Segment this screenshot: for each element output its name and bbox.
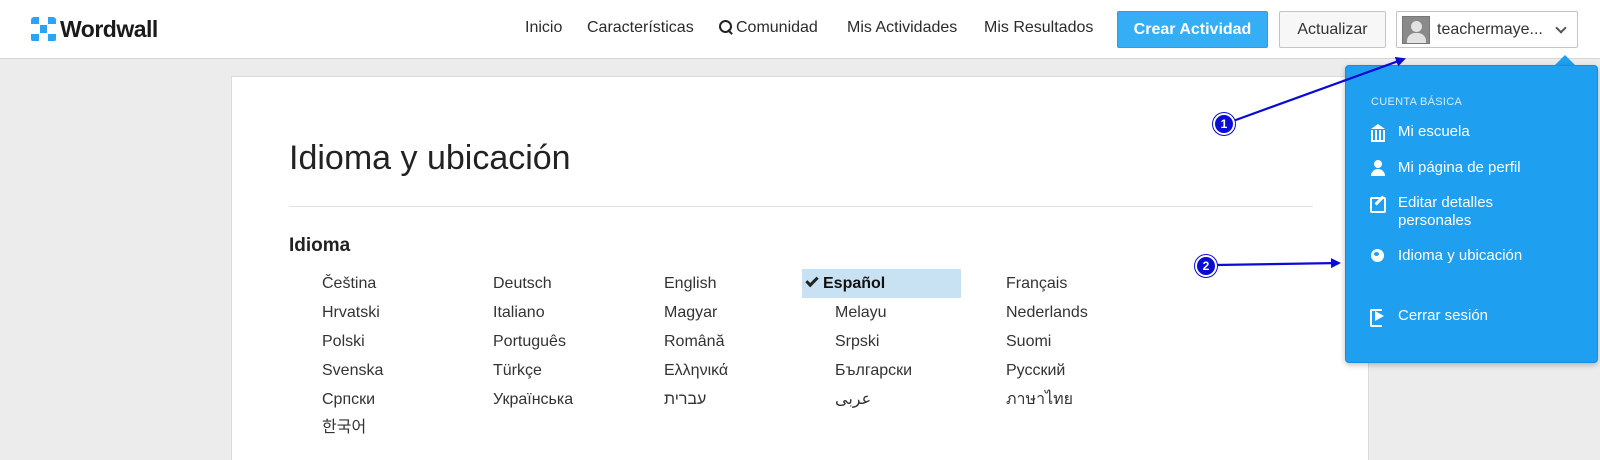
- language-option[interactable]: Français: [1006, 269, 1067, 298]
- user-icon: [1370, 160, 1386, 176]
- language-option[interactable]: Hrvatski: [322, 298, 380, 327]
- menu-item-label: Cerrar sesión: [1398, 307, 1489, 324]
- menu-item-edit-personal-details[interactable]: Editar detalles personales: [1370, 194, 1550, 230]
- language-option[interactable]: Italiano: [493, 298, 545, 327]
- language-option[interactable]: Български: [835, 356, 912, 385]
- language-option-label: Español: [823, 275, 886, 292]
- language-option[interactable]: Српски: [322, 385, 375, 414]
- language-option-selected[interactable]: Español: [802, 269, 961, 298]
- language-option[interactable]: Português: [493, 327, 566, 356]
- annotation-badge-2: 2: [1195, 255, 1217, 277]
- user-name: teachermaye...: [1437, 21, 1543, 38]
- nav-link-home[interactable]: Inicio: [525, 19, 562, 37]
- language-option[interactable]: English: [664, 269, 716, 298]
- menu-item-my-school[interactable]: Mi escuela: [1370, 123, 1570, 142]
- logo-text: Wordwall: [60, 15, 158, 42]
- nav-link-my-results[interactable]: Mis Resultados: [984, 19, 1093, 37]
- language-section-title: Idioma: [289, 235, 351, 256]
- nav-link-community-label: Comunidad: [736, 19, 818, 36]
- language-option[interactable]: Română: [664, 327, 724, 356]
- language-option[interactable]: Magyar: [664, 298, 717, 327]
- language-option[interactable]: Srpski: [835, 327, 879, 356]
- nav-link-my-activities[interactable]: Mis Actividades: [847, 19, 957, 37]
- checkmark-icon: [805, 273, 819, 288]
- menu-item-label: Editar detalles personales: [1398, 194, 1494, 229]
- menu-item-sign-out[interactable]: Cerrar sesión: [1370, 307, 1570, 327]
- top-navigation-bar: Wordwall Inicio Características Comunida…: [0, 0, 1600, 59]
- divider: [289, 206, 1313, 207]
- edit-icon: [1370, 195, 1386, 213]
- menu-item-language-location[interactable]: Idioma y ubicación: [1370, 247, 1570, 265]
- language-option[interactable]: Svenska: [322, 356, 383, 385]
- sign-out-icon: [1370, 308, 1386, 327]
- language-option[interactable]: ภาษาไทย: [1006, 385, 1073, 414]
- menu-item-label: Idioma y ubicación: [1398, 247, 1523, 264]
- language-option[interactable]: Melayu: [835, 298, 887, 327]
- page-title: Idioma y ubicación: [289, 139, 571, 177]
- logo-icon: [31, 16, 56, 42]
- update-button[interactable]: Actualizar: [1279, 11, 1386, 48]
- language-option[interactable]: Türkçe: [493, 356, 542, 385]
- language-option[interactable]: Čeština: [322, 269, 376, 298]
- language-option[interactable]: Polski: [322, 327, 365, 356]
- account-dropdown-menu: Cuenta básica Mi escuela Mi página de pe…: [1345, 65, 1598, 363]
- menu-item-label: Mi escuela: [1398, 123, 1470, 140]
- menu-item-profile-page[interactable]: Mi página de perfil: [1370, 159, 1570, 177]
- chevron-down-icon: [1555, 22, 1567, 34]
- language-option[interactable]: Ελληνικά: [664, 356, 728, 385]
- user-menu-button[interactable]: teachermaye...: [1396, 11, 1578, 48]
- avatar: [1402, 16, 1430, 44]
- nav-link-features[interactable]: Características: [587, 19, 694, 37]
- language-option[interactable]: עברית: [664, 385, 706, 414]
- language-option[interactable]: Nederlands: [1006, 298, 1088, 327]
- school-icon: [1370, 124, 1386, 142]
- language-option[interactable]: عربى: [835, 385, 871, 414]
- create-activity-button[interactable]: Crear Actividad: [1117, 11, 1268, 48]
- language-option[interactable]: Suomi: [1006, 327, 1051, 356]
- dropdown-header: Cuenta básica: [1371, 96, 1463, 108]
- language-option[interactable]: Українська: [493, 385, 573, 414]
- search-icon: [719, 20, 733, 34]
- nav-link-community[interactable]: Comunidad: [719, 19, 818, 37]
- globe-icon: [1370, 248, 1386, 264]
- language-option[interactable]: Русский: [1006, 356, 1065, 385]
- wordwall-logo[interactable]: Wordwall: [31, 16, 158, 42]
- language-option[interactable]: 한국어: [322, 413, 366, 442]
- menu-item-label: Mi página de perfil: [1398, 159, 1521, 176]
- annotation-badge-1: 1: [1213, 113, 1235, 135]
- language-option[interactable]: Deutsch: [493, 269, 552, 298]
